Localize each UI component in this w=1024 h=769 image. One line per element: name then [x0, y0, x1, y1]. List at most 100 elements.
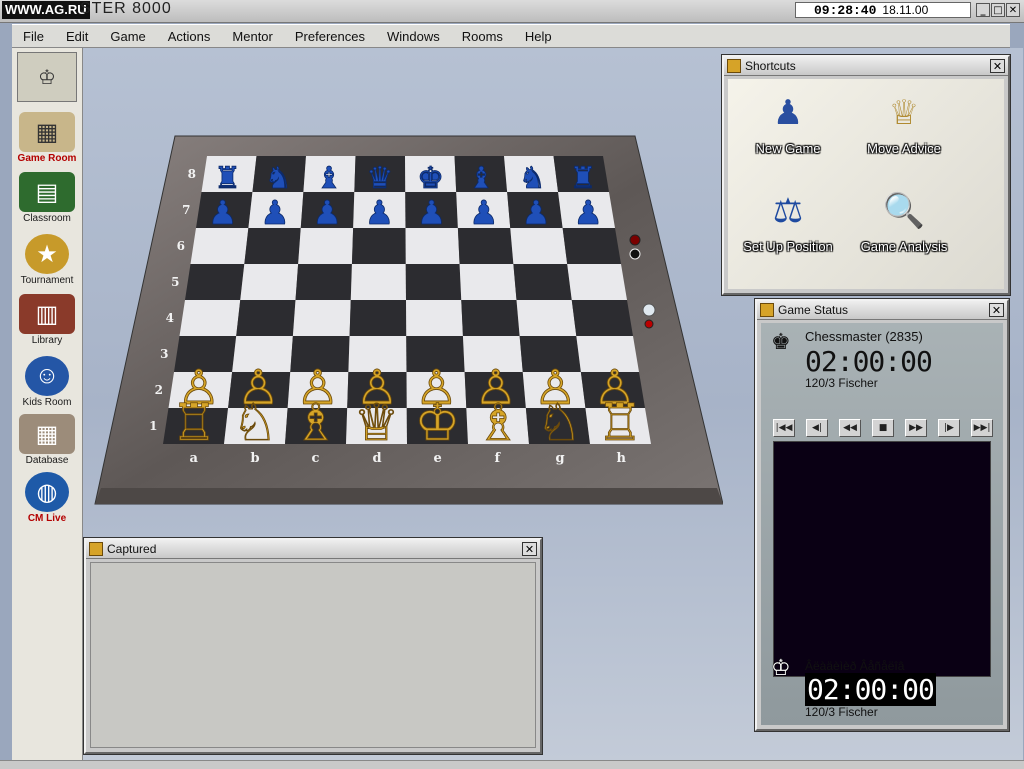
board-square-h4[interactable]	[571, 300, 633, 336]
chess-piece-c7[interactable]: ♟	[312, 193, 342, 233]
clock-time: 09:28:40	[814, 3, 877, 18]
chess-piece-a1[interactable]: ♖	[171, 394, 218, 454]
board-square-b5[interactable]	[240, 264, 299, 300]
forward-button[interactable]: ▶▶	[905, 419, 927, 437]
board-square-c4[interactable]	[292, 300, 351, 336]
board-square-e6[interactable]	[405, 228, 460, 264]
move-list[interactable]	[773, 441, 991, 677]
sidebar-item-cm-live[interactable]: ◍ CM Live	[12, 472, 82, 524]
database-icon: ▦	[19, 414, 75, 454]
board-square-f4[interactable]	[461, 300, 520, 336]
board-square-d6[interactable]	[351, 228, 406, 264]
rewind-button[interactable]: ◀◀	[839, 419, 861, 437]
menu-help[interactable]: Help	[514, 29, 563, 44]
chess-piece-e8[interactable]: ♚	[417, 161, 445, 197]
shortcut-game-analysis[interactable]: 🔍 Game Analysis	[844, 183, 964, 254]
sidebar-item-tournament[interactable]: ★ Tournament	[12, 234, 82, 286]
sidebar-item-database[interactable]: ▦ Database	[12, 414, 82, 466]
game-status-close-button[interactable]: ✕	[989, 303, 1004, 317]
board-square-h5[interactable]	[567, 264, 627, 300]
first-move-button[interactable]: |◀◀	[773, 419, 795, 437]
chess-piece-g7[interactable]: ♟	[521, 193, 551, 233]
menu-actions[interactable]: Actions	[157, 29, 222, 44]
board-square-e4[interactable]	[406, 300, 463, 336]
shortcut-move-advice[interactable]: ♕ Move Advice	[844, 85, 964, 156]
setup-position-icon: ⚖	[772, 192, 804, 230]
chess-piece-e7[interactable]: ♟	[416, 193, 447, 233]
menu-file[interactable]: File	[12, 29, 55, 44]
stop-button[interactable]: ■	[872, 419, 894, 437]
shortcuts-title-bar[interactable]: Shortcuts	[724, 57, 1008, 76]
board-square-h6[interactable]	[562, 228, 621, 264]
menu-edit[interactable]: Edit	[55, 29, 99, 44]
board-square-f6[interactable]	[457, 228, 514, 264]
board-square-b4[interactable]	[236, 300, 296, 336]
sidebar-item-classroom[interactable]: ▤ Classroom	[12, 172, 82, 224]
board-square-d5[interactable]	[350, 264, 406, 300]
maximize-button[interactable]: □	[991, 3, 1005, 17]
game-status-title-bar[interactable]: Game Status	[757, 301, 1007, 320]
game-analysis-icon: 🔍	[882, 192, 926, 230]
chess-piece-h7[interactable]: ♟	[573, 193, 603, 233]
books-icon: ▥	[19, 294, 75, 334]
board-square-e5[interactable]	[405, 264, 462, 300]
sidebar-item-kids-room[interactable]: ☺ Kids Room	[12, 356, 82, 408]
board-square-a4[interactable]	[179, 300, 241, 336]
board-square-c5[interactable]	[295, 264, 352, 300]
board-edge	[95, 488, 723, 504]
chess-piece-d8[interactable]: ♛	[366, 161, 394, 197]
chess-piece-b1[interactable]: ♘	[232, 394, 279, 454]
shortcut-set-up-position[interactable]: ⚖ Set Up Position	[728, 183, 848, 254]
chess-piece-f1[interactable]: ♗	[475, 394, 522, 454]
chess-piece-d7[interactable]: ♟	[364, 193, 395, 233]
app-title: STER 8000	[80, 0, 172, 17]
captured-title-bar[interactable]: Captured	[86, 540, 540, 559]
chess-piece-b7[interactable]: ♟	[260, 193, 290, 233]
chess-piece-h8[interactable]: ♜	[569, 161, 597, 197]
sidebar-thumbnail[interactable]: ♔	[12, 52, 82, 102]
next-move-button[interactable]: |▶	[938, 419, 960, 437]
board-square-d4[interactable]	[349, 300, 407, 336]
blackboard-icon: ▤	[19, 172, 75, 212]
captured-close-button[interactable]: ✕	[522, 542, 537, 556]
chess-piece-f7[interactable]: ♟	[469, 193, 499, 233]
menu-rooms[interactable]: Rooms	[451, 29, 514, 44]
board-square-g6[interactable]	[510, 228, 568, 264]
shortcuts-title: Shortcuts	[745, 59, 796, 73]
board-square-a6[interactable]	[190, 228, 249, 264]
rank-label: 3	[160, 347, 168, 361]
last-move-button[interactable]: ▶▶|	[971, 419, 993, 437]
close-button[interactable]: ✕	[1006, 3, 1020, 17]
prev-move-button[interactable]: ◀|	[806, 419, 828, 437]
chess-piece-g8[interactable]: ♞	[518, 161, 546, 197]
board-square-b6[interactable]	[244, 228, 301, 264]
board-square-g4[interactable]	[516, 300, 577, 336]
chess-piece-b8[interactable]: ♞	[264, 161, 292, 197]
chess-piece-a7[interactable]: ♟	[208, 193, 238, 233]
board-square-g5[interactable]	[513, 264, 572, 300]
shortcut-new-game[interactable]: ♟ New Game	[728, 85, 848, 156]
chess-piece-g1[interactable]: ♘	[536, 394, 583, 454]
sidebar-item-library[interactable]: ▥ Library	[12, 294, 82, 346]
shortcuts-close-button[interactable]: ✕	[990, 59, 1005, 73]
chess-piece-h1[interactable]: ♖	[597, 394, 644, 454]
chess-piece-c8[interactable]: ♝	[315, 161, 343, 197]
board-square-f5[interactable]	[459, 264, 517, 300]
chess-piece-f8[interactable]: ♝	[468, 161, 496, 197]
watermark: WWW.AG.RU	[2, 1, 90, 19]
board-square-a5[interactable]	[185, 264, 245, 300]
chess-board[interactable]: 87654321 abcdefgh ♜ ♞ ♝ ♛ ♚ ♝ ♞ ♜♟ ♟ ♟ ♟ ♟ ♟ ♟ ♟♙ ♙ ♙ ♙ ♙ ♙…	[83, 48, 723, 508]
chess-piece-d1[interactable]: ♕	[353, 394, 400, 454]
menu-mentor[interactable]: Mentor	[221, 29, 283, 44]
menu-windows[interactable]: Windows	[376, 29, 451, 44]
chess-piece-c1[interactable]: ♗	[292, 394, 339, 454]
bottom-player-clock: 02:00:00	[805, 673, 936, 706]
chess-piece-a8[interactable]: ♜	[214, 161, 242, 197]
minimize-button[interactable]: _	[976, 3, 990, 17]
chess-piece-e1[interactable]: ♔	[414, 394, 461, 454]
menu-game[interactable]: Game	[99, 29, 156, 44]
sidebar-item-game-room[interactable]: ▦ Game Room	[12, 112, 82, 164]
title-bar: WWW.AG.RU STER 8000 09:28:40 18.11.00 _ □…	[0, 0, 1024, 23]
board-square-c6[interactable]	[298, 228, 354, 264]
menu-preferences[interactable]: Preferences	[284, 29, 376, 44]
